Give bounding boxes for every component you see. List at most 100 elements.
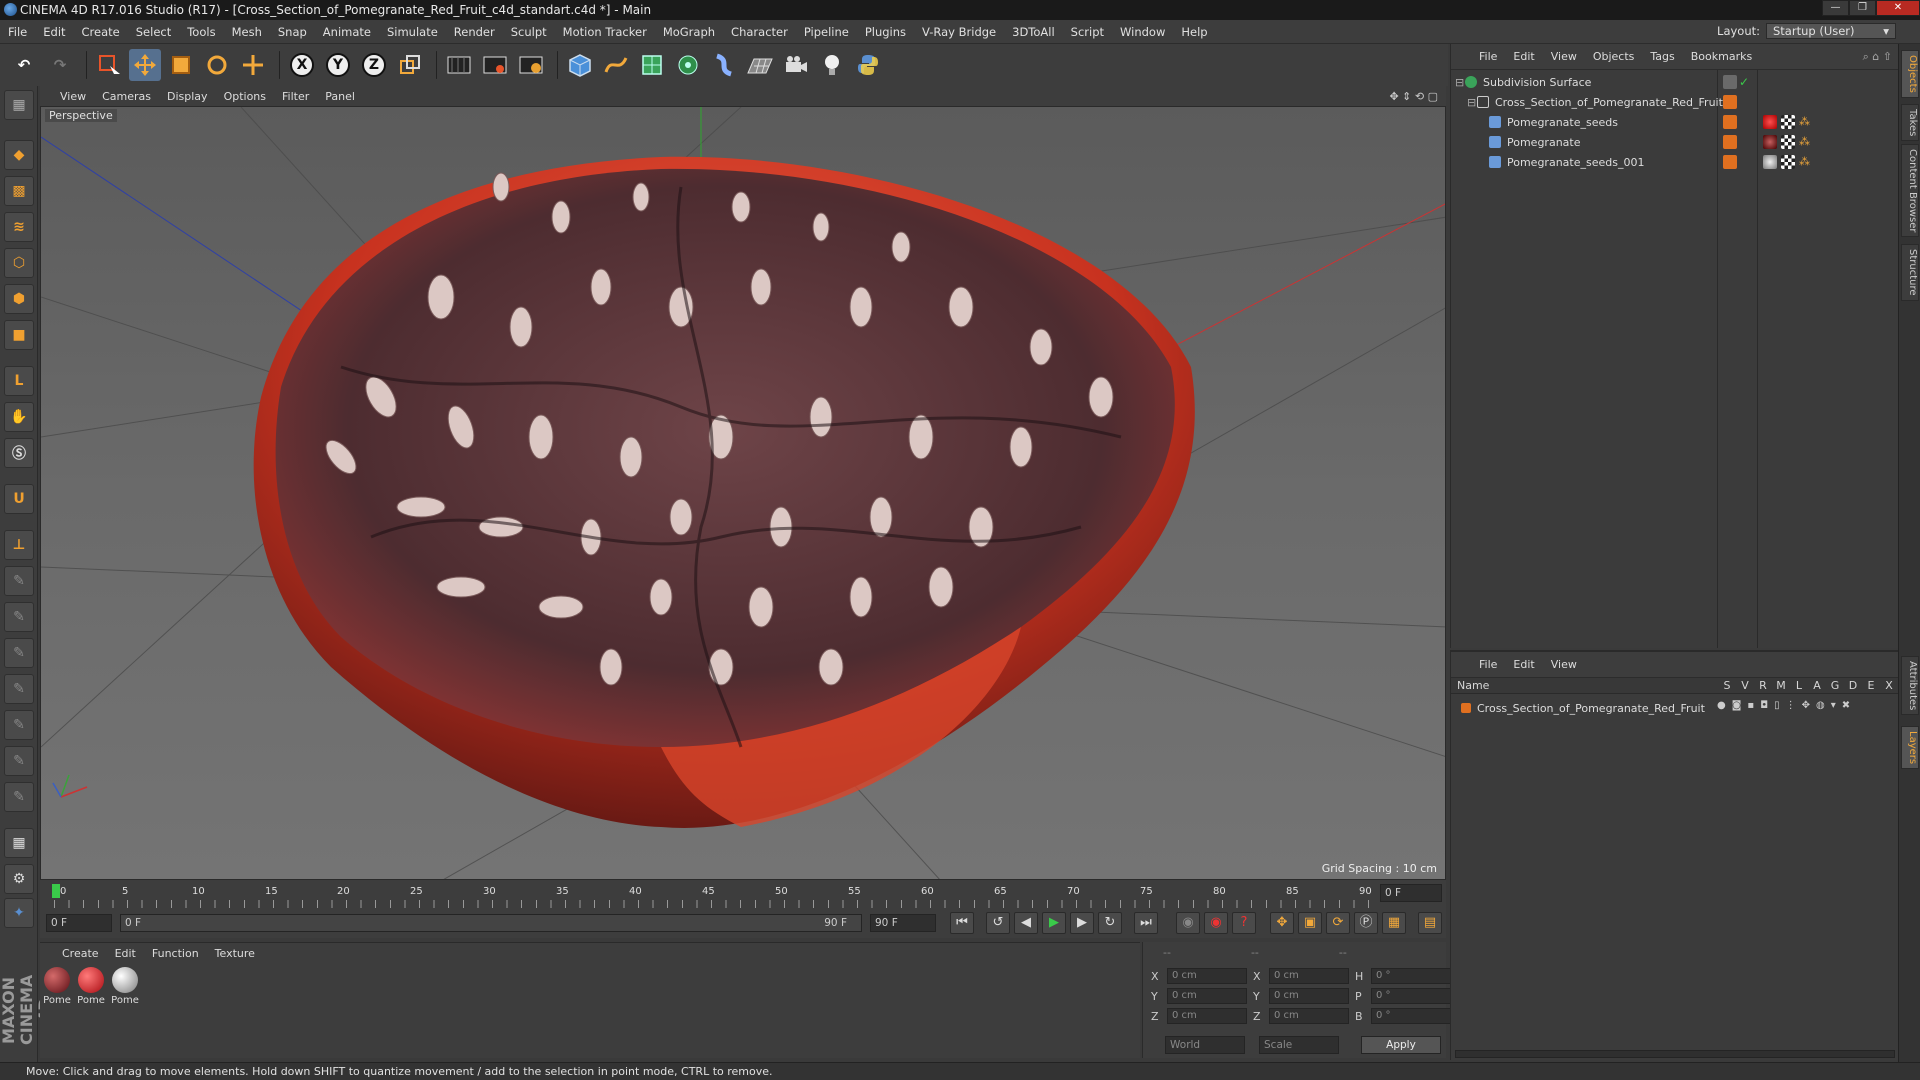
- render-view-icon[interactable]: [443, 49, 475, 81]
- menu-file[interactable]: File: [0, 25, 35, 39]
- live-select-icon[interactable]: [93, 49, 125, 81]
- layer-color-swatch[interactable]: [1461, 703, 1471, 713]
- redo-icon[interactable]: ↷: [44, 49, 76, 81]
- object-row[interactable]: ⊟ Cross_Section_of_Pomegranate_Red_Fruit: [1467, 92, 1723, 112]
- timeline-ruler[interactable]: 0 5 10 15 20 25 30 35 40 45 50 55 60 65 …: [40, 880, 1446, 908]
- timeline-window-icon[interactable]: ▤: [1418, 912, 1442, 934]
- menu-sculpt[interactable]: Sculpt: [503, 25, 555, 39]
- tweak-mode-icon[interactable]: ✋: [4, 402, 34, 432]
- menu-tools[interactable]: Tools: [179, 25, 223, 39]
- previous-key-icon[interactable]: ↺: [986, 912, 1010, 934]
- search-icon[interactable]: ⌕ ⌂ ⇧: [1855, 50, 1898, 64]
- layer-menu-file[interactable]: File: [1471, 658, 1505, 671]
- rotation-h-field[interactable]: 0 °: [1371, 968, 1451, 984]
- coordinate-system-icon[interactable]: [394, 49, 426, 81]
- menu-script[interactable]: Script: [1063, 25, 1112, 39]
- scale-icon[interactable]: [165, 49, 197, 81]
- magnet-icon[interactable]: U: [4, 484, 34, 514]
- close-button[interactable]: ✕: [1876, 0, 1920, 16]
- record-keys-icon[interactable]: ◉: [1176, 912, 1200, 934]
- minimize-button[interactable]: —: [1822, 0, 1849, 16]
- menu-3dtoall[interactable]: 3DToAll: [1004, 25, 1063, 39]
- menu-animate[interactable]: Animate: [315, 25, 379, 39]
- inflate-tool-icon[interactable]: ✎: [4, 674, 34, 704]
- python-icon[interactable]: [852, 49, 884, 81]
- knife-tool-icon[interactable]: ✎: [4, 746, 34, 776]
- start-frame-field[interactable]: 0 F: [46, 914, 112, 932]
- workplane-icon[interactable]: ⊥: [4, 530, 34, 560]
- menu-snap[interactable]: Snap: [270, 25, 315, 39]
- viewport-nav-icons[interactable]: ✥ ⇕ ⟲ ▢: [1381, 90, 1446, 103]
- render-settings-icon[interactable]: [515, 49, 547, 81]
- menu-vray-bridge[interactable]: V-Ray Bridge: [914, 25, 1004, 39]
- material-menu-create[interactable]: Create: [54, 947, 107, 960]
- key-position-icon[interactable]: ✥: [1270, 912, 1294, 934]
- cloner-icon[interactable]: [672, 49, 704, 81]
- pen-spline-icon[interactable]: [600, 49, 632, 81]
- tab-takes[interactable]: Takes: [1901, 104, 1919, 142]
- play-icon[interactable]: ▶: [1042, 912, 1066, 934]
- layer-swatch[interactable]: [1723, 155, 1737, 169]
- smooth-tool-icon[interactable]: ✎: [4, 638, 34, 668]
- cube-icon[interactable]: [564, 49, 596, 81]
- camera-icon[interactable]: [780, 49, 812, 81]
- render-picture-viewer-icon[interactable]: [479, 49, 511, 81]
- edges-mode-icon[interactable]: ⬢: [4, 284, 34, 314]
- floor-icon[interactable]: [744, 49, 776, 81]
- brush-tool-icon[interactable]: ✎: [4, 566, 34, 596]
- material-tag-icon[interactable]: [1763, 135, 1777, 149]
- object-menu-tags[interactable]: Tags: [1642, 50, 1682, 63]
- collapse-icon[interactable]: ⊟: [1455, 76, 1465, 89]
- coord-system-select[interactable]: World: [1165, 1036, 1245, 1054]
- model-mode-icon[interactable]: ◆: [4, 140, 34, 170]
- next-frame-icon[interactable]: ▶: [1070, 912, 1094, 934]
- menu-simulate[interactable]: Simulate: [379, 25, 446, 39]
- transform-icon[interactable]: [237, 49, 269, 81]
- pinch-tool-icon[interactable]: ✎: [4, 710, 34, 740]
- texture-tag-icon[interactable]: [1781, 115, 1795, 129]
- material-swatch[interactable]: Pome: [76, 967, 106, 1013]
- object-menu-file[interactable]: File: [1471, 50, 1505, 63]
- size-x-field[interactable]: 0 cm: [1269, 968, 1349, 984]
- tab-objects[interactable]: Objects: [1901, 50, 1919, 98]
- apply-button[interactable]: Apply: [1361, 1036, 1441, 1054]
- autokey-icon[interactable]: ◉: [1204, 912, 1228, 934]
- layer-menu-view[interactable]: View: [1543, 658, 1585, 671]
- rotation-b-field[interactable]: 0 °: [1371, 1008, 1451, 1024]
- texture-tag-icon[interactable]: [1781, 155, 1795, 169]
- viewport-menu-view[interactable]: View: [52, 90, 94, 103]
- menu-plugins[interactable]: Plugins: [857, 25, 914, 39]
- viewport-menu-filter[interactable]: Filter: [274, 90, 317, 103]
- texture-tag-icon[interactable]: [1781, 135, 1795, 149]
- tab-content-browser[interactable]: Content Browser: [1901, 144, 1919, 238]
- end-frame-field[interactable]: 90 F: [870, 914, 936, 932]
- material-swatch[interactable]: Pome: [42, 967, 72, 1013]
- position-x-field[interactable]: 0 cm: [1167, 968, 1247, 984]
- layer-swatch[interactable]: [1723, 135, 1737, 149]
- material-tag-icon[interactable]: [1763, 155, 1777, 169]
- frame-range-slider[interactable]: 0 F 90 F: [120, 914, 862, 932]
- layer-swatch[interactable]: [1723, 95, 1737, 109]
- material-swatch[interactable]: Pome: [110, 967, 140, 1013]
- object-row[interactable]: ⊟ Subdivision Surface: [1455, 72, 1591, 92]
- phong-tag-icon[interactable]: ⁂: [1799, 135, 1813, 149]
- layout-select[interactable]: Startup (User) ▾: [1766, 23, 1896, 39]
- bridge-tool-icon[interactable]: ✎: [4, 782, 34, 812]
- go-to-start-icon[interactable]: ⏮: [950, 912, 974, 934]
- enabled-check-icon[interactable]: ✓: [1739, 75, 1753, 89]
- subdivision-surface-icon[interactable]: [636, 49, 668, 81]
- key-rotation-icon[interactable]: ⟳: [1326, 912, 1350, 934]
- menu-window[interactable]: Window: [1112, 25, 1173, 39]
- position-y-field[interactable]: 0 cm: [1167, 988, 1247, 1004]
- object-menu-objects[interactable]: Objects: [1585, 50, 1643, 63]
- menu-create[interactable]: Create: [74, 25, 128, 39]
- object-row[interactable]: Pomegranate: [1489, 132, 1581, 152]
- light-icon[interactable]: [816, 49, 848, 81]
- layer-swatch[interactable]: [1723, 75, 1737, 89]
- layer-swatch[interactable]: [1723, 115, 1737, 129]
- grid-lock-icon[interactable]: ▦: [4, 828, 34, 858]
- rotate-icon[interactable]: [201, 49, 233, 81]
- next-key-icon[interactable]: ↻: [1098, 912, 1122, 934]
- snap-icon[interactable]: Ⓢ: [4, 438, 34, 468]
- collapse-icon[interactable]: ⊟: [1467, 96, 1477, 109]
